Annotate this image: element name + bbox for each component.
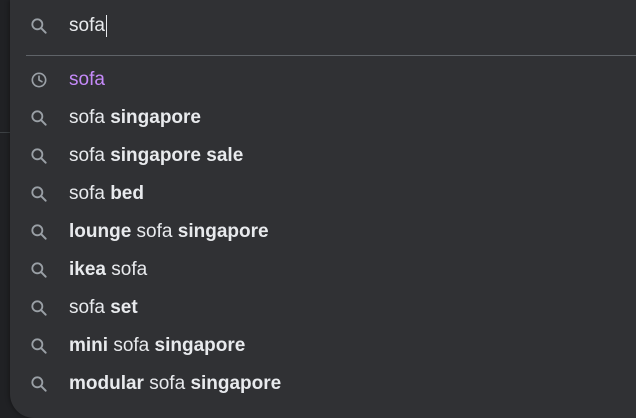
suggestion-text: sofa set xyxy=(69,289,138,327)
search-icon xyxy=(28,297,50,319)
suggestion-item[interactable]: sofa singapore xyxy=(10,99,636,137)
suggestion-text: sofa singapore xyxy=(69,99,201,137)
suggestion-query-match: sofa xyxy=(69,107,111,128)
suggestion-completion: singapore xyxy=(110,107,202,128)
suggestion-query-match: sofa xyxy=(69,145,111,166)
search-separator xyxy=(26,55,636,56)
suggestion-text: lounge sofa singapore xyxy=(69,213,269,251)
suggestion-query-match: sofa xyxy=(69,69,105,90)
search-box[interactable]: sofa xyxy=(10,0,636,52)
search-input[interactable]: sofa xyxy=(69,14,107,38)
suggestion-item[interactable]: mini sofa singapore xyxy=(10,327,636,365)
suggestion-item[interactable]: lounge sofa singapore xyxy=(10,213,636,251)
search-autocomplete-dropdown: sofa sofa sofa singapore sofa singapore sa… xyxy=(10,0,636,418)
search-icon xyxy=(28,107,50,129)
suggestion-text: mini sofa singapore xyxy=(69,327,245,365)
suggestion-item[interactable]: sofa set xyxy=(10,289,636,327)
suggestion-text: sofa singapore sale xyxy=(69,137,243,175)
suggestion-item[interactable]: sofa singapore sale xyxy=(10,137,636,175)
search-icon xyxy=(28,145,50,167)
suggestion-completion: mini xyxy=(69,335,109,356)
suggestion-item[interactable]: ikea sofa xyxy=(10,251,636,289)
search-icon xyxy=(28,373,50,395)
suggestion-query-match: sofa xyxy=(108,335,155,356)
suggestion-text: sofa xyxy=(69,61,105,99)
search-icon xyxy=(28,15,50,37)
suggestion-item[interactable]: sofa bed xyxy=(10,175,636,213)
suggestion-completion: modular xyxy=(69,373,144,394)
search-query-text: sofa xyxy=(69,15,105,36)
suggestion-completion: lounge xyxy=(69,221,132,242)
suggestion-completion: set xyxy=(110,297,138,318)
suggestion-item[interactable]: sofa xyxy=(10,61,636,99)
suggestion-text: modular sofa singapore xyxy=(69,365,281,403)
suggestion-item[interactable]: modular sofa singapore xyxy=(10,365,636,403)
suggestion-query-match: sofa xyxy=(69,297,111,318)
search-icon xyxy=(28,183,50,205)
suggestion-query-match: sofa xyxy=(131,221,178,242)
suggestion-completion: singapore xyxy=(190,373,282,394)
suggestion-completion: bed xyxy=(110,183,144,204)
suggestion-query-match: sofa xyxy=(143,373,191,394)
suggestion-query-match: sofa xyxy=(69,183,111,204)
suggestion-completion: singapore xyxy=(154,335,246,356)
suggestion-query-match: sofa xyxy=(105,259,148,280)
text-cursor xyxy=(105,15,107,37)
search-icon xyxy=(28,221,50,243)
history-icon xyxy=(28,69,50,91)
suggestion-text: ikea sofa xyxy=(69,251,147,289)
page: sofa sofa sofa singapore sofa singapore sa… xyxy=(0,0,636,418)
suggestion-text: sofa bed xyxy=(69,175,144,213)
suggestion-completion: ikea xyxy=(69,259,106,280)
suggestion-completion: singapore xyxy=(177,221,269,242)
suggestion-list: sofa sofa singapore sofa singapore sale sof… xyxy=(10,61,636,403)
search-icon xyxy=(28,335,50,357)
search-icon xyxy=(28,259,50,281)
suggestion-completion: singapore sale xyxy=(110,145,244,166)
